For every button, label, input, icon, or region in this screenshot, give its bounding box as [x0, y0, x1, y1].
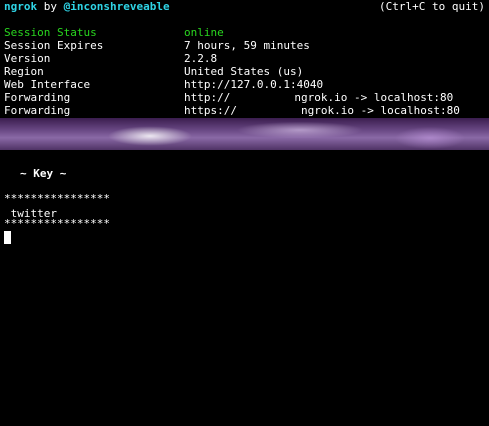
status-value-session: online [184, 26, 224, 39]
ngrok-terminal: ngrok by @inconshreveable (Ctrl+C to qui… [0, 0, 489, 124]
desktop-wallpaper-strip [0, 118, 489, 154]
status-value-forwarding-https: https:// ngrok.io -> localhost:80 [184, 104, 460, 117]
quit-hint: (Ctrl+C to quit) [379, 0, 485, 13]
separator-bottom: **************** [4, 217, 110, 230]
terminal-cursor [4, 231, 11, 244]
status-label-web-interface: Web Interface [4, 78, 91, 91]
status-label-version: Version [4, 52, 51, 65]
forwarding-https-prefix: https:// [184, 104, 237, 117]
redacted-subdomain [230, 92, 295, 104]
status-value-expires: 7 hours, 59 minutes [184, 39, 310, 52]
key-title: ~ Key ~ [20, 167, 67, 180]
by-text: by [43, 0, 57, 13]
status-value-web-interface[interactable]: http://127.0.0.1:4040 [184, 78, 323, 91]
status-label-region: Region [4, 65, 44, 78]
key-terminal[interactable]: ~ Key ~ **************** twitter *******… [0, 150, 489, 426]
status-label-forwarding-https: Forwarding [4, 104, 71, 117]
redacted-subdomain [236, 105, 301, 117]
forwarding-https-suffix: ngrok.io -> localhost:80 [300, 104, 460, 117]
author-handle: @inconshreveable [63, 0, 170, 13]
status-value-region: United States (us) [184, 65, 304, 78]
status-value-version: 2.2.8 [184, 52, 218, 65]
status-value-forwarding-http: http:// ngrok.io -> localhost:80 [184, 91, 453, 104]
separator-top: **************** [4, 192, 110, 205]
ngrok-header: ngrok by @inconshreveable [4, 0, 170, 13]
app-name: ngrok [4, 0, 38, 13]
forwarding-http-prefix: http:// [184, 91, 231, 104]
status-label-forwarding-http: Forwarding [4, 91, 71, 104]
status-label-session: Session Status [4, 26, 97, 39]
status-label-expires: Session Expires [4, 39, 104, 52]
forwarding-http-suffix: ngrok.io -> localhost:80 [294, 91, 454, 104]
